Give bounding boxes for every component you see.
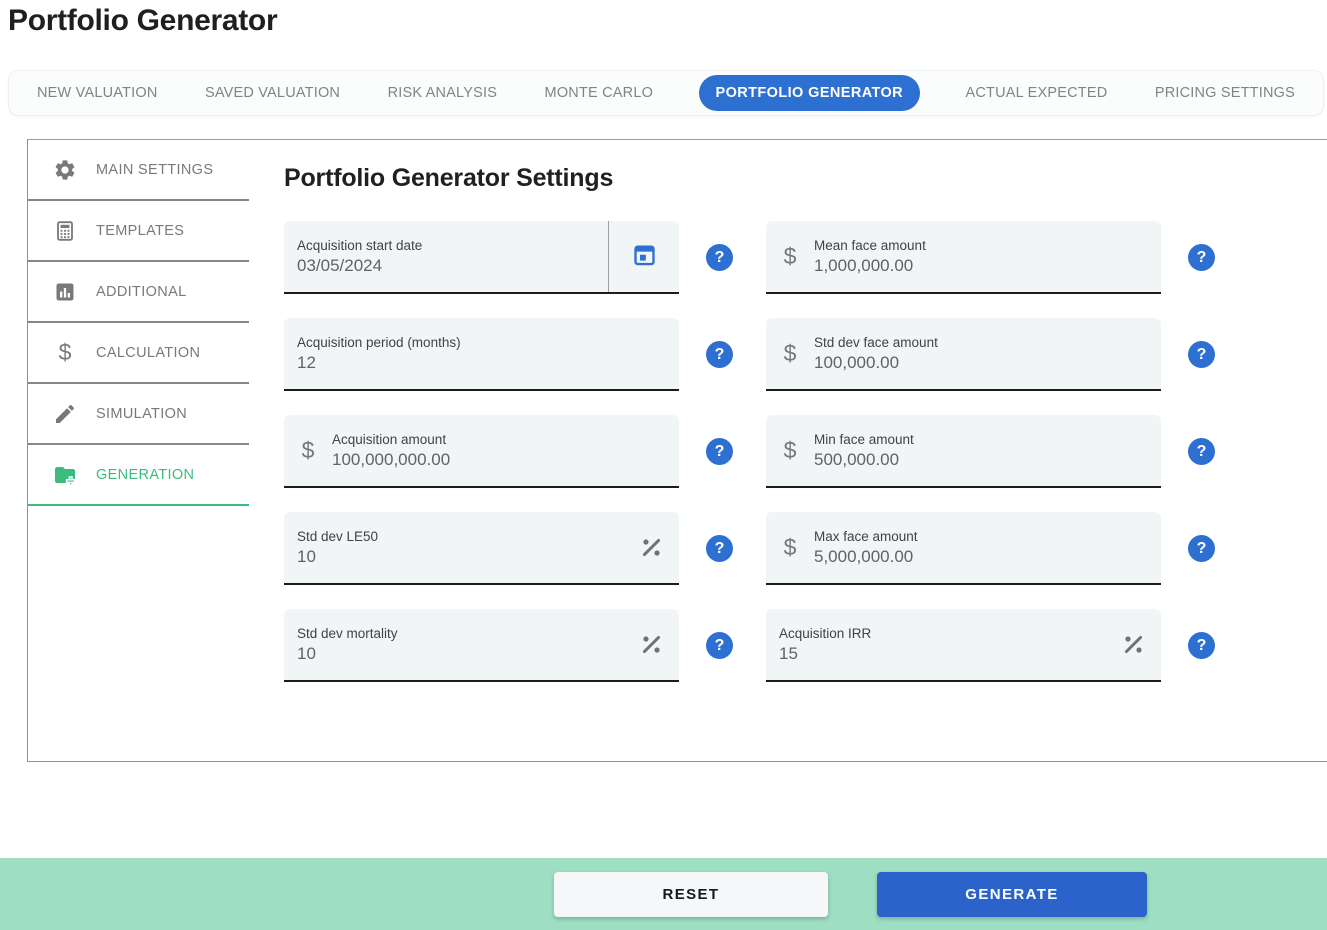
percent-icon (623, 609, 679, 680)
help-icon[interactable]: ? (1188, 535, 1215, 562)
sidebar-item-templates[interactable]: TEMPLATES (28, 201, 249, 262)
field-mean-face-amount[interactable]: $ Mean face amount 1,000,000.00 (766, 221, 1161, 294)
field-acquisition-start-date[interactable]: Acquisition start date 03/05/2024 (284, 221, 679, 294)
tab-new-valuation[interactable]: NEW VALUATION (35, 75, 160, 111)
field-label: Acquisition period (months) (297, 335, 461, 350)
sidebar-item-label: SIMULATION (96, 406, 187, 422)
date-picker-button[interactable] (608, 221, 679, 292)
form-row: Acquisition start date 03/05/2024 ? (284, 221, 1327, 294)
sidebar-item-label: TEMPLATES (96, 223, 184, 239)
field-label: Min face amount (814, 432, 914, 447)
help-icon[interactable]: ? (706, 535, 733, 562)
field-value: 100,000,000.00 (332, 450, 450, 470)
content-box: MAIN SETTINGS TEMPLATES ADDITIONAL $ CAL… (27, 139, 1327, 762)
help-icon[interactable]: ? (1188, 632, 1215, 659)
tab-monte-carlo[interactable]: MONTE CARLO (543, 75, 656, 111)
generate-button[interactable]: GENERATE (877, 872, 1147, 917)
tab-risk-analysis[interactable]: RISK ANALYSIS (386, 75, 500, 111)
form-row: Std dev LE50 10 ? $ (284, 512, 1327, 585)
field-acquisition-period[interactable]: Acquisition period (months) 12 (284, 318, 679, 391)
gear-icon (53, 158, 77, 182)
dollar-prefix-icon: $ (766, 340, 814, 367)
settings-panel: Portfolio Generator Settings Acquisition… (249, 140, 1327, 761)
field-std-dev-mortality[interactable]: Std dev mortality 10 (284, 609, 679, 682)
action-bar: RESET GENERATE (0, 858, 1327, 930)
field-value: 10 (297, 644, 398, 664)
help-icon[interactable]: ? (1188, 438, 1215, 465)
settings-form: Acquisition start date 03/05/2024 ? (284, 221, 1327, 682)
help-icon[interactable]: ? (706, 244, 733, 271)
field-label: Std dev mortality (297, 626, 398, 641)
dollar-prefix-icon: $ (284, 437, 332, 464)
field-label: Std dev LE50 (297, 529, 378, 544)
sidebar-item-label: GENERATION (96, 467, 194, 483)
field-acquisition-irr[interactable]: Acquisition IRR 15 (766, 609, 1161, 682)
tab-saved-valuation[interactable]: SAVED VALUATION (203, 75, 342, 111)
field-value: 1,000,000.00 (814, 256, 926, 276)
help-icon[interactable]: ? (706, 341, 733, 368)
field-label: Mean face amount (814, 238, 926, 253)
tab-portfolio-generator[interactable]: PORTFOLIO GENERATOR (699, 75, 921, 111)
field-min-face-amount[interactable]: $ Min face amount 500,000.00 (766, 415, 1161, 488)
form-row: $ Acquisition amount 100,000,000.00 ? $ (284, 415, 1327, 488)
field-label: Acquisition amount (332, 432, 450, 447)
field-value: 500,000.00 (814, 450, 914, 470)
field-std-dev-face-amount[interactable]: $ Std dev face amount 100,000.00 (766, 318, 1161, 391)
field-value: 15 (779, 644, 871, 664)
settings-heading: Portfolio Generator Settings (284, 164, 1327, 193)
calculator-icon (53, 219, 77, 243)
form-row: Acquisition period (months) 12 ? $ Std d… (284, 318, 1327, 391)
field-value: 100,000.00 (814, 353, 938, 373)
sidebar-item-label: ADDITIONAL (96, 284, 187, 300)
help-icon[interactable]: ? (706, 632, 733, 659)
form-row: Std dev mortality 10 ? (284, 609, 1327, 682)
field-acquisition-amount[interactable]: $ Acquisition amount 100,000,000.00 (284, 415, 679, 488)
field-label: Max face amount (814, 529, 918, 544)
field-value: 5,000,000.00 (814, 547, 918, 567)
sidebar-item-label: CALCULATION (96, 345, 200, 361)
calendar-icon (631, 241, 658, 273)
help-icon[interactable]: ? (1188, 244, 1215, 271)
dollar-prefix-icon: $ (766, 534, 814, 561)
percent-icon (1105, 609, 1161, 680)
field-value: 03/05/2024 (297, 256, 422, 276)
sidebar-item-label: MAIN SETTINGS (96, 162, 213, 178)
sidebar-item-additional[interactable]: ADDITIONAL (28, 262, 249, 323)
help-icon[interactable]: ? (1188, 341, 1215, 368)
reset-button[interactable]: RESET (554, 872, 828, 917)
tab-pricing-settings[interactable]: PRICING SETTINGS (1153, 75, 1297, 111)
dollar-prefix-icon: $ (766, 437, 814, 464)
pencil-icon (53, 402, 77, 426)
tab-actual-expected[interactable]: ACTUAL EXPECTED (964, 75, 1110, 111)
settings-sidebar: MAIN SETTINGS TEMPLATES ADDITIONAL $ CAL… (28, 140, 249, 761)
percent-icon (623, 512, 679, 583)
dollar-prefix-icon: $ (766, 243, 814, 270)
field-std-dev-le50[interactable]: Std dev LE50 10 (284, 512, 679, 585)
field-value: 12 (297, 353, 461, 373)
bar-chart-icon (53, 280, 77, 304)
field-label: Acquisition IRR (779, 626, 871, 641)
help-icon[interactable]: ? (706, 438, 733, 465)
dollar-icon: $ (53, 341, 77, 365)
sidebar-item-main-settings[interactable]: MAIN SETTINGS (28, 140, 249, 201)
sidebar-item-calculation[interactable]: $ CALCULATION (28, 323, 249, 384)
field-label: Acquisition start date (297, 238, 422, 253)
field-label: Std dev face amount (814, 335, 938, 350)
sidebar-item-generation[interactable]: GENERATION (28, 445, 249, 506)
sidebar-item-simulation[interactable]: SIMULATION (28, 384, 249, 445)
page-title: Portfolio Generator (8, 4, 277, 38)
field-value: 10 (297, 547, 378, 567)
tab-bar: NEW VALUATION SAVED VALUATION RISK ANALY… (8, 70, 1324, 116)
folder-plus-icon (53, 463, 77, 487)
field-max-face-amount[interactable]: $ Max face amount 5,000,000.00 (766, 512, 1161, 585)
